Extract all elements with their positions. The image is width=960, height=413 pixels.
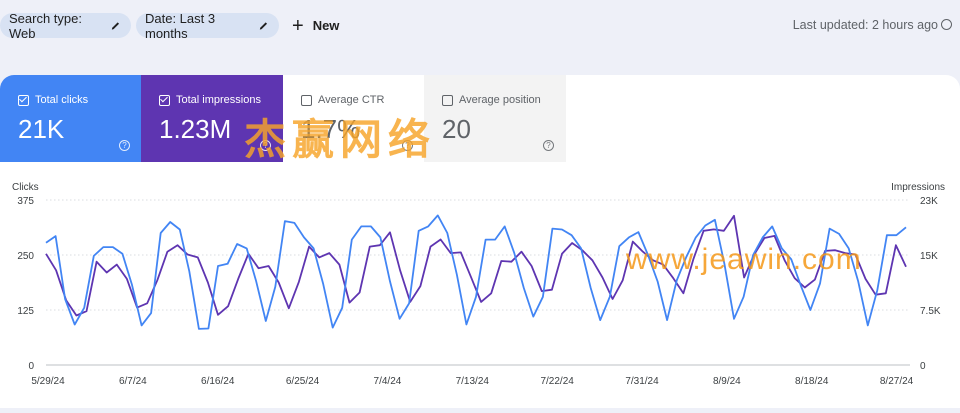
date-label: Date: Last 3 months: [145, 10, 216, 41]
line-chart: Clicks Impressions 375 23K 250 15K 125 7.5K 0 0 5/…: [12, 182, 945, 387]
metric-label: Average position: [459, 94, 541, 106]
help-icon[interactable]: ?: [119, 140, 130, 151]
checkbox-icon[interactable]: [301, 94, 312, 106]
right-tick-label: 7.5K: [920, 306, 941, 317]
x-tick-label: 8/27/24: [880, 376, 914, 387]
help-icon[interactable]: ?: [543, 140, 554, 151]
last-updated: Last updated: 2 hours ago: [793, 18, 952, 32]
right-tick-label: 15K: [920, 251, 938, 262]
metric-average-position[interactable]: Average position 20 ?: [424, 75, 566, 162]
search-type-chip[interactable]: Search type: Web: [0, 10, 131, 41]
date-chip[interactable]: Date: Last 3 months: [136, 10, 279, 41]
x-tick-label: 7/4/24: [374, 376, 402, 387]
x-tick-label: 6/7/24: [119, 376, 147, 387]
right-tick-label: 0: [920, 361, 926, 372]
x-tick-label: 6/25/24: [286, 376, 320, 387]
checkbox-icon[interactable]: [18, 94, 29, 106]
left-tick-label: 375: [17, 196, 34, 207]
metric-label: Total clicks: [35, 94, 89, 106]
metric-total-impressions[interactable]: Total impressions 1.23M ?: [141, 75, 283, 162]
x-tick-label: 7/22/24: [540, 376, 574, 387]
right-axis-title: Impressions: [891, 182, 945, 193]
metric-label: Total impressions: [176, 94, 261, 106]
checkbox-icon[interactable]: [159, 94, 170, 106]
left-tick-label: 0: [28, 361, 34, 372]
filter-bar: Search type: Web Date: Last 3 months + N…: [0, 0, 960, 52]
pencil-icon: [111, 21, 120, 30]
series-line-impressions: [45, 214, 907, 317]
clock-icon: [941, 19, 952, 30]
left-axis-title: Clicks: [12, 182, 39, 193]
checkbox-icon[interactable]: [442, 94, 453, 106]
x-tick-label: 7/13/24: [456, 376, 490, 387]
metric-value: 1.7%: [301, 114, 361, 144]
pencil-icon: [259, 21, 268, 30]
x-tick-label: 6/16/24: [201, 376, 235, 387]
metric-value: 20: [442, 114, 471, 144]
left-tick-label: 125: [17, 306, 34, 317]
x-tick-label: 5/29/24: [31, 376, 65, 387]
metric-total-clicks[interactable]: Total clicks 21K ?: [0, 75, 142, 162]
new-label: New: [312, 18, 340, 33]
x-tick-label: 8/18/24: [795, 376, 829, 387]
metric-value: 1.23M: [159, 114, 232, 144]
x-tick-label: 7/31/24: [625, 376, 659, 387]
plus-icon: +: [292, 14, 304, 37]
left-tick-label: 250: [17, 251, 34, 262]
metric-value: 21K: [18, 114, 65, 144]
help-icon[interactable]: ?: [260, 140, 271, 151]
metric-average-ctr[interactable]: Average CTR 1.7% ?: [283, 75, 425, 162]
right-tick-label: 23K: [920, 196, 938, 207]
x-tick-label: 8/9/24: [713, 376, 741, 387]
search-type-label: Search type: Web: [9, 10, 82, 41]
new-filter-button[interactable]: + New: [292, 13, 339, 38]
metric-label: Average CTR: [318, 94, 385, 106]
last-updated-text: Last updated: 2 hours ago: [792, 18, 938, 32]
help-icon[interactable]: ?: [402, 140, 413, 151]
performance-chart: Clicks Impressions 375 23K 250 15K 125 7.5K 0 0 5/…: [0, 178, 960, 408]
series-line-clicks: [45, 214, 907, 330]
